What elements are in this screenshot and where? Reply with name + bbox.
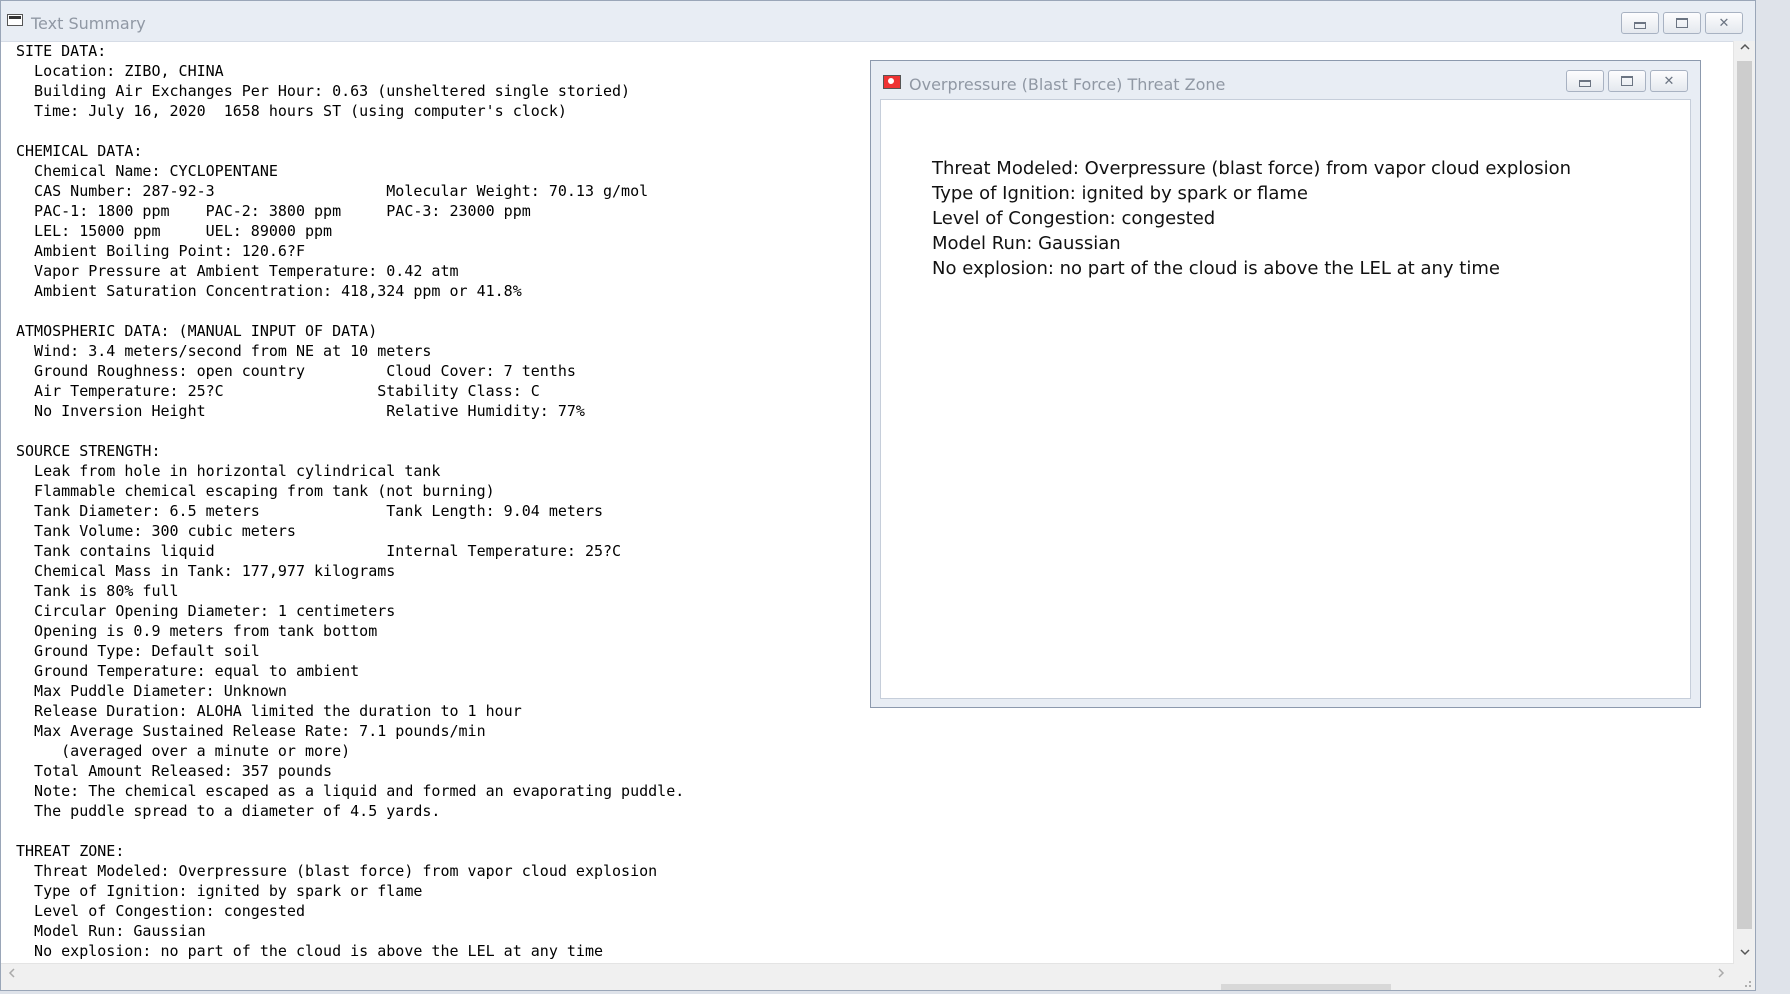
scroll-right-button[interactable] [1716,967,1726,983]
threat-line: No explosion: no part of the cloud is ab… [932,258,1500,279]
title-bar[interactable]: Text Summary ✕ [1,1,1755,42]
maximize-icon [1676,18,1688,28]
chevron-up-icon [1739,43,1750,50]
summary-line: Threat Modeled: Overpressure (blast forc… [16,862,658,880]
horizontal-scrollbar[interactable] [1,963,1734,990]
threat-line: Model Run: Gaussian [932,233,1121,254]
summary-line: Level of Congestion: congested [16,902,305,920]
scroll-down-button[interactable] [1734,946,1755,964]
summary-line: Model Run: Gaussian [16,922,206,940]
summary-line: Total Amount Released: 357 pounds [16,762,333,780]
close-icon: ✕ [1663,73,1675,89]
summary-line: No explosion: no part of the cloud is ab… [16,942,603,960]
app-icon [7,14,23,26]
horizontal-scroll-thumb[interactable] [1221,984,1391,990]
scroll-left-button[interactable] [7,967,17,983]
threat-app-icon [883,75,901,89]
close-button[interactable]: ✕ [1705,12,1743,34]
size-grip[interactable] [1734,964,1755,990]
threat-zone-title: Overpressure (Blast Force) Threat Zone [909,75,1226,94]
summary-line: Max Average Sustained Release Rate: 7.1 … [16,722,486,740]
summary-line: (averaged over a minute or more) [16,742,351,760]
threat-maximize-button[interactable] [1608,70,1646,92]
summary-line [16,821,1716,841]
summary-line: SITE DATA: [16,42,107,60]
summary-line: THREAT ZONE: [16,842,125,860]
resize-grip-icon [1745,981,1751,987]
threat-window-controls: ✕ [1566,70,1688,92]
window-controls: ✕ [1621,12,1743,34]
threat-zone-body: Threat Modeled: Overpressure (blast forc… [880,99,1691,699]
threat-line: Type of Ignition: ignited by spark or fl… [932,183,1308,204]
vertical-scroll-thumb[interactable] [1737,61,1752,929]
window-title: Text Summary [31,14,146,33]
close-icon: ✕ [1718,15,1730,31]
chevron-right-icon [1718,968,1725,978]
vertical-scrollbar[interactable] [1733,41,1755,964]
scroll-up-button[interactable] [1734,41,1755,59]
summary-line: Type of Ignition: ignited by spark or fl… [16,882,423,900]
chevron-down-icon [1739,949,1750,956]
threat-minimize-button[interactable] [1566,70,1604,92]
threat-line: Threat Modeled: Overpressure (blast forc… [932,158,1572,179]
summary-line: The puddle spread to a diameter of 4.5 y… [16,802,441,820]
maximize-button[interactable] [1663,12,1701,34]
threat-zone-text: Threat Modeled: Overpressure (blast forc… [932,156,1571,281]
maximize-icon [1621,76,1633,86]
threat-close-button[interactable]: ✕ [1650,70,1688,92]
chevron-left-icon [8,968,15,978]
threat-zone-title-bar[interactable]: Overpressure (Blast Force) Threat Zone ✕ [871,61,1700,99]
threat-line: Level of Congestion: congested [932,208,1216,229]
summary-line: Note: The chemical escaped as a liquid a… [16,782,685,800]
minimize-icon [1579,79,1591,87]
minimize-icon [1634,21,1646,29]
threat-zone-window[interactable]: Overpressure (Blast Force) Threat Zone ✕… [870,60,1701,708]
minimize-button[interactable] [1621,12,1659,34]
